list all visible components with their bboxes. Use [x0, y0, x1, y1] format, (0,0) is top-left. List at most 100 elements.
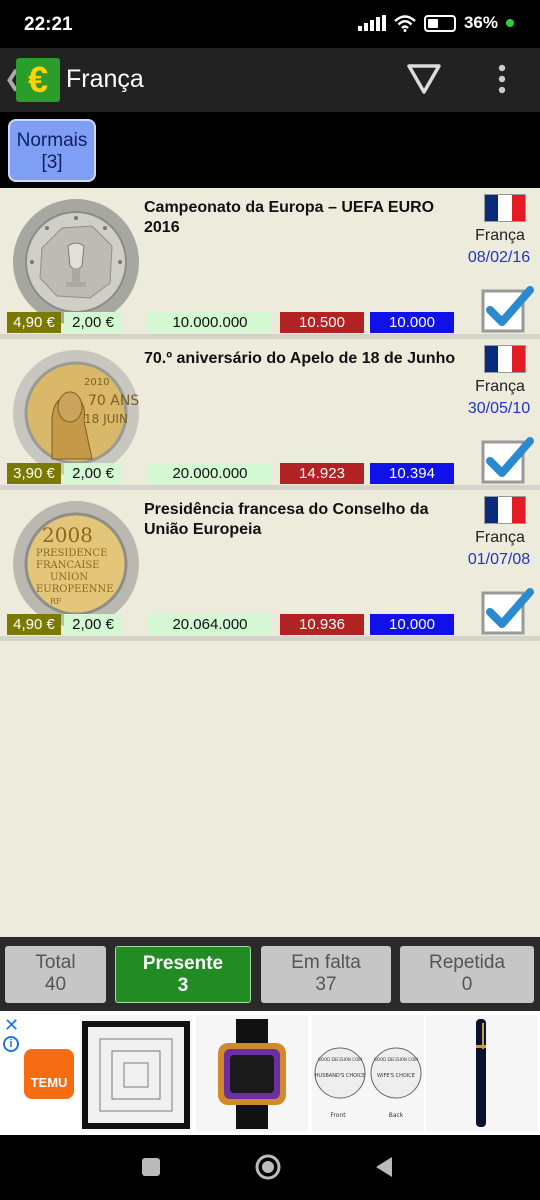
logo-symbol: € [27, 59, 49, 100]
total-button[interactable]: Total 40 [5, 946, 106, 1003]
coin-date: 01/07/08 [467, 551, 531, 568]
coin-title: 70.º aniversário do Apelo de 18 de Junho [144, 350, 456, 367]
coin-mintage: 20.000.000 [148, 463, 272, 484]
wifi-icon [394, 14, 416, 32]
coin-title: Presidência francesa do Conselho da Uniã… [144, 501, 429, 538]
status-icons: 36% [357, 13, 514, 33]
coin-face-value: 2,00 € [64, 463, 122, 484]
front-label: Front [330, 1112, 346, 1119]
button-count: 3 [177, 975, 189, 996]
button-label: Presente [142, 953, 224, 974]
coin-mintage: 20.064.000 [148, 614, 272, 635]
button-label: Repetida [428, 952, 506, 973]
notification-dot-icon [506, 19, 514, 27]
coin-engraving-3: UNION [50, 572, 88, 583]
recent-apps-icon[interactable] [140, 1156, 162, 1178]
coin-sub-2: WIFE'S CHOICE [377, 1073, 415, 1079]
filter-button-bar: Total 40 Presente 3 Em falta 37 Repetida… [0, 937, 540, 1011]
coin-stat-blue: 10.000 [370, 614, 454, 635]
coin-country: França [475, 378, 525, 395]
checkbox-checked-icon[interactable] [480, 435, 534, 485]
coin-engraving-b: 18 JUIN [84, 412, 128, 426]
coin-engraving-a: 70 ANS [88, 393, 139, 409]
france-flag-icon [484, 194, 526, 222]
coin-value-badge: 3,90 € [7, 463, 61, 484]
coin-engraving-4: EUROPEENNE [36, 584, 114, 595]
em-falta-button[interactable]: Em falta 37 [261, 946, 391, 1003]
back-label: Back [389, 1112, 404, 1119]
close-icon[interactable]: ✕ [4, 1015, 19, 1036]
battery-icon [423, 14, 456, 32]
status-time: 22:21 [24, 14, 73, 35]
pen-icon [476, 1019, 486, 1127]
tab-count: [3] [41, 152, 63, 173]
coin-stat-red: 10.500 [280, 312, 364, 333]
coin-card[interactable]: 2010 70 ANS 18 JUIN 70.º aniversário do … [0, 339, 540, 490]
more-options-icon[interactable] [490, 62, 514, 96]
ad-product-pen[interactable] [426, 1015, 538, 1132]
page-title: França [66, 65, 144, 93]
coin-year: 2008 [42, 523, 93, 547]
button-count: 37 [315, 974, 337, 995]
tab-label: Normais [16, 130, 88, 151]
coin-face-value: 2,00 € [64, 312, 122, 333]
france-flag-icon [484, 496, 526, 524]
coin-label-1: GOOD DECISION COIN [318, 1057, 363, 1062]
coin-country: França [475, 529, 525, 546]
coin-image: 2010 70 ANS 18 JUIN [13, 350, 139, 476]
temu-logo[interactable]: TEMU [24, 1049, 74, 1099]
screen: 22:21 36% ❮ € França Normais [3] Campeon… [0, 0, 540, 1200]
coin-stat-red: 10.936 [280, 614, 364, 635]
coin-country: França [475, 227, 525, 244]
info-icon[interactable]: i [3, 1036, 19, 1052]
coin-engraving-2: FRANCAISE [36, 560, 99, 571]
coin-date: 30/05/10 [467, 400, 531, 417]
ad-banner[interactable]: ✕ i TEMU GOOD DECISION COIN HUSBAND'S CH… [0, 1011, 540, 1135]
decision-coins-icon: GOOD DECISION COIN HUSBAND'S CHOICE GOOD… [314, 1047, 422, 1119]
checkbox-checked-icon[interactable] [480, 284, 534, 334]
ad-product-watch[interactable] [196, 1015, 308, 1132]
button-count: 0 [461, 974, 473, 995]
button-count: 40 [44, 974, 67, 995]
coin-image [13, 199, 139, 325]
coin-date: 08/02/16 [467, 249, 531, 266]
coin-mintage: 10.000.000 [148, 312, 272, 333]
coin-face-value: 2,00 € [64, 614, 122, 635]
tab-strip: Normais [3] [0, 112, 540, 188]
coin-card[interactable]: 2008 PRESIDENCE FRANCAISE UNION EUROPEEN… [0, 490, 540, 641]
coin-stat-blue: 10.000 [370, 312, 454, 333]
system-nav-bar [0, 1135, 540, 1200]
presente-button[interactable]: Presente 3 [115, 946, 251, 1003]
coin-card[interactable]: Campeonato da Europa – UEFA EURO 2016 Fr… [0, 188, 540, 339]
app-bar: ❮ € França [0, 48, 540, 112]
ad-product-coins[interactable]: GOOD DECISION COIN HUSBAND'S CHOICE GOOD… [312, 1015, 424, 1132]
coin-engraving-1: PRESIDENCE [36, 548, 107, 559]
home-icon[interactable] [254, 1153, 282, 1181]
coin-title: Campeonato da Europa – UEFA EURO 2016 [144, 199, 435, 236]
euro-logo-icon[interactable]: € [16, 58, 60, 102]
coin-engraving-rf: RF [50, 597, 62, 606]
button-label: Em falta [291, 952, 361, 973]
picture-frame-icon [82, 1021, 190, 1129]
checkbox-checked-icon[interactable] [480, 586, 534, 636]
coin-value-badge: 4,90 € [7, 312, 61, 333]
coin-image: 2008 PRESIDENCE FRANCAISE UNION EUROPEEN… [13, 501, 139, 627]
coin-value-badge: 4,90 € [7, 614, 61, 635]
coin-stat-red: 14.923 [280, 463, 364, 484]
button-label: Total [35, 952, 76, 973]
coin-year: 2010 [84, 377, 109, 388]
signal-icon [357, 15, 386, 31]
tab-normais[interactable]: Normais [3] [8, 119, 96, 182]
watch-icon [218, 1019, 286, 1129]
repetida-button[interactable]: Repetida 0 [400, 946, 534, 1003]
status-bar: 22:21 36% [0, 0, 540, 48]
battery-percent: 36% [463, 13, 498, 32]
coin-list: Campeonato da Europa – UEFA EURO 2016 Fr… [0, 188, 540, 641]
france-flag-icon [484, 345, 526, 373]
coin-label-2: GOOD DECISION COIN [374, 1057, 419, 1062]
coin-sub-1: HUSBAND'S CHOICE [315, 1073, 365, 1079]
ad-product-frame[interactable] [80, 1015, 192, 1132]
coin-stat-blue: 10.394 [370, 463, 454, 484]
filter-icon[interactable] [406, 62, 442, 96]
back-triangle-icon[interactable] [372, 1155, 396, 1179]
